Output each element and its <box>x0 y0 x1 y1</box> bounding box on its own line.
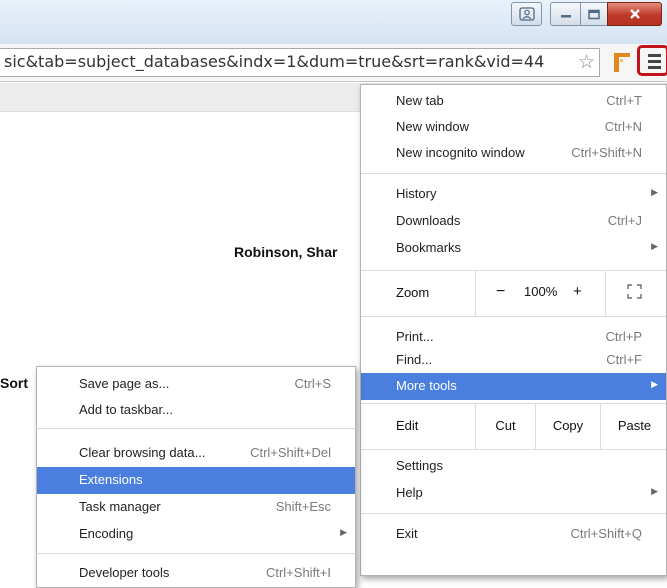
paste-button[interactable]: Paste <box>600 404 667 449</box>
menu-item-encoding[interactable]: Encoding ▶ <box>37 521 355 548</box>
minimize-button[interactable] <box>550 2 581 26</box>
maximize-icon <box>588 9 600 19</box>
menu-separator <box>361 513 666 514</box>
zoom-out-button[interactable]: − <box>496 283 505 301</box>
window-title-bar <box>0 0 667 44</box>
address-url[interactable]: sic&tab=subject_databases&indx=1&dum=tru… <box>4 52 544 71</box>
menu-item-clear-browsing-data[interactable]: Clear browsing data... Ctrl+Shift+Del <box>37 440 355 467</box>
more-tools-submenu: Save page as... Ctrl+S Add to taskbar...… <box>36 366 356 588</box>
minimize-icon <box>560 15 571 18</box>
submenu-arrow-icon: ▶ <box>651 486 658 496</box>
menu-item-task-manager[interactable]: Task manager Shift+Esc <box>37 494 355 521</box>
browser-toolbar: sic&tab=subject_databases&indx=1&dum=tru… <box>0 44 667 82</box>
cut-button[interactable]: Cut <box>475 404 535 449</box>
close-button[interactable] <box>607 2 662 26</box>
menu-separator <box>361 449 666 450</box>
copy-button[interactable]: Copy <box>535 404 600 449</box>
menu-separator <box>361 173 666 174</box>
chrome-menu-button[interactable] <box>637 45 667 76</box>
menu-item-downloads[interactable]: Downloads Ctrl+J <box>361 208 666 235</box>
address-bar[interactable]: sic&tab=subject_databases&indx=1&dum=tru… <box>0 48 600 77</box>
user-button[interactable] <box>511 2 542 26</box>
menu-item-find[interactable]: Find... Ctrl+F <box>361 347 666 374</box>
maximize-button[interactable] <box>580 2 608 26</box>
author-name: Robinson, Shar <box>234 244 338 260</box>
submenu-arrow-icon: ▶ <box>651 379 658 389</box>
menu-item-new-window[interactable]: New window Ctrl+N <box>361 114 666 141</box>
menu-separator <box>37 428 355 429</box>
zoom-in-button[interactable]: + <box>573 283 582 300</box>
zoom-level: 100% <box>524 284 558 299</box>
menu-edit-row: Edit Cut Copy Paste <box>361 404 666 449</box>
menu-item-more-tools[interactable]: More tools ▶ <box>361 373 666 400</box>
menu-item-bookmarks[interactable]: Bookmarks ▶ <box>361 235 666 262</box>
menu-item-add-to-taskbar[interactable]: Add to taskbar... <box>37 397 355 424</box>
bookmark-star-icon[interactable]: ☆ <box>578 51 595 73</box>
menu-item-help[interactable]: Help ▶ <box>361 480 666 507</box>
chrome-menu-icon <box>648 54 661 72</box>
extension-icon[interactable] <box>612 50 632 74</box>
user-icon <box>518 7 535 21</box>
menu-item-extensions[interactable]: Extensions <box>37 467 355 494</box>
menu-zoom-row: Zoom − 100% + <box>361 271 666 316</box>
menu-item-history[interactable]: History ▶ <box>361 181 666 208</box>
close-icon <box>629 9 640 19</box>
edit-label: Edit <box>396 418 419 433</box>
menu-item-new-tab[interactable]: New tab Ctrl+T <box>361 88 666 115</box>
menu-item-new-incognito-window[interactable]: New incognito window Ctrl+Shift+N <box>361 140 666 167</box>
menu-item-exit[interactable]: Exit Ctrl+Shift+Q <box>361 521 666 548</box>
menu-item-save-page-as[interactable]: Save page as... Ctrl+S <box>37 371 355 398</box>
submenu-arrow-icon: ▶ <box>651 241 658 251</box>
sort-label: Sort <box>0 375 28 391</box>
menu-item-developer-tools[interactable]: Developer tools Ctrl+Shift+I <box>37 560 355 587</box>
submenu-arrow-icon: ▶ <box>340 527 347 537</box>
menu-separator <box>37 553 355 554</box>
chrome-main-menu: New tab Ctrl+T New window Ctrl+N New inc… <box>360 84 667 576</box>
fullscreen-icon <box>627 284 642 299</box>
submenu-arrow-icon: ▶ <box>651 187 658 197</box>
zoom-label: Zoom <box>396 285 430 300</box>
menu-separator <box>361 316 666 317</box>
menu-item-settings[interactable]: Settings <box>361 453 666 480</box>
